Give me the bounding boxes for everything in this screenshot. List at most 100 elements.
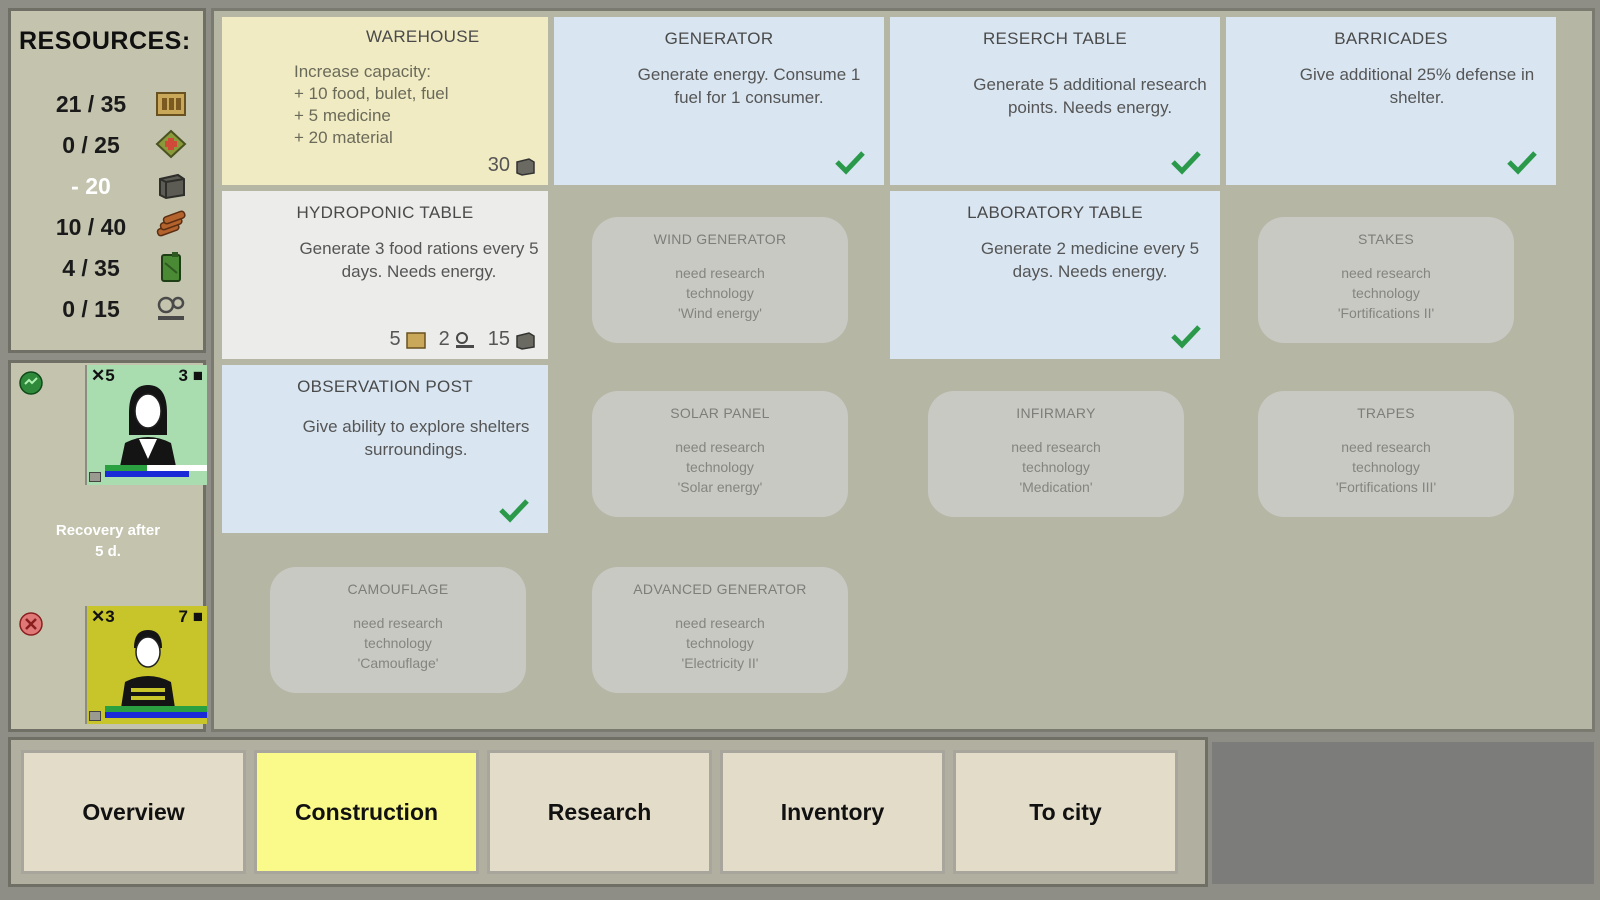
building-camouflage[interactable]: CAMOUFLAGE need research technology 'Cam…: [270, 567, 526, 693]
survivor-1-status-cell: [13, 365, 83, 485]
resources-title: RESOURCES:: [19, 27, 191, 55]
solar-req-line-2: technology: [686, 459, 754, 475]
resource-material: - 20: [11, 165, 209, 205]
solar-title: SOLAR PANEL: [670, 405, 770, 421]
nav-research-button[interactable]: Research: [487, 750, 712, 874]
female-survivor-icon: [119, 385, 177, 471]
warehouse-cost-material: 30: [487, 154, 510, 176]
building-wind-generator[interactable]: WIND GENERATOR need research technology …: [592, 217, 848, 343]
healthy-status-icon: [19, 371, 43, 395]
adv-generator-req-line-2: technology: [686, 635, 754, 651]
resources-panel: RESOURCES: 21 / 35 0 / 25 - 20 10 / 40 4…: [8, 8, 206, 353]
traps-requirement: need research technology 'Fortifications…: [1258, 437, 1514, 497]
building-generator[interactable]: GENERATOR Generate energy. Consume 1 fue…: [554, 17, 884, 185]
survivor-1-health-bar: [105, 471, 189, 477]
survivor-2-gear-icon: [89, 711, 101, 721]
built-check-icon: [1171, 151, 1201, 175]
medicine-icon: [155, 129, 187, 159]
infirmary-req-line-3: 'Medication': [1019, 479, 1093, 495]
stakes-title: STAKES: [1357, 231, 1414, 247]
wind-req-line-3: 'Wind energy': [678, 305, 762, 321]
barricades-title: BARRICADES: [1334, 29, 1448, 48]
built-check-icon: [499, 499, 529, 523]
resource-medicine-value: 0 / 25: [62, 132, 120, 158]
stakes-requirement: need research technology 'Fortifications…: [1258, 263, 1514, 323]
wind-req-line-1: need research: [675, 265, 765, 281]
resource-fuel-value: 4 / 35: [62, 255, 120, 281]
camouflage-req-line-1: need research: [353, 615, 443, 631]
warehouse-desc-line-1: Increase capacity:: [294, 62, 432, 81]
adv-generator-title: ADVANCED GENERATOR: [633, 581, 807, 597]
resource-bullet-value: 10 / 40: [55, 214, 127, 240]
warehouse-desc-line-3: + 5 medicine: [294, 106, 391, 125]
solar-req-line-1: need research: [675, 439, 765, 455]
research-table-desc: Generate 5 additional research points. N…: [973, 75, 1207, 117]
building-laboratory-table[interactable]: LABORATORY TABLE Generate 2 medicine eve…: [890, 191, 1220, 359]
survivor-2-portrait[interactable]: ✕3 7 ■: [85, 606, 207, 724]
solar-req-line-3: 'Solar energy': [677, 479, 763, 495]
laboratory-title: LABORATORY TABLE: [967, 203, 1143, 222]
traps-req-line-1: need research: [1341, 439, 1431, 455]
stakes-req-line-3: 'Fortifications II': [1337, 305, 1435, 321]
survivor-1-portrait[interactable]: ✕5 3 ■: [85, 365, 207, 485]
warehouse-title: WAREHOUSE: [366, 27, 480, 46]
warehouse-cost: 30: [488, 154, 536, 177]
food-icon: [156, 92, 186, 116]
research-table-title: RESERCH TABLE: [982, 29, 1128, 48]
research-icon: [455, 331, 474, 348]
building-observation-post[interactable]: OBSERVATION POST Give ability to explore…: [222, 365, 548, 533]
resource-bullet: 10 / 40: [11, 206, 209, 246]
adv-generator-requirement: need research technology 'Electricity II…: [592, 613, 848, 673]
nav-inventory-button[interactable]: Inventory: [720, 750, 945, 874]
built-check-icon: [1507, 151, 1537, 175]
survivor-2-health-bar: [105, 712, 207, 718]
camouflage-requirement: need research technology 'Camouflage': [270, 613, 526, 673]
survivors-panel: ✕5 3 ■ Recovery after 5 d. ✕3 7 ■: [8, 360, 207, 732]
building-solar-panel[interactable]: SOLAR PANEL need research technology 'So…: [592, 391, 848, 517]
infirmary-requirement: need research technology 'Medication': [928, 437, 1184, 497]
warehouse-desc-line-2: + 10 food, bulet, fuel: [294, 84, 449, 103]
research-icon: [157, 296, 185, 320]
survivor-2-count: ✕3: [91, 607, 115, 626]
hydroponic-cost-food: 5: [389, 328, 401, 350]
building-traps[interactable]: TRAPES need research technology 'Fortifi…: [1258, 391, 1514, 517]
resource-material-value: - 20: [71, 173, 111, 199]
building-research-table[interactable]: RESERCH TABLE Generate 5 additional rese…: [890, 17, 1220, 185]
nav-overview-button[interactable]: Overview: [21, 750, 246, 874]
recovery-line-1: Recovery after: [55, 522, 161, 539]
solar-requirement: need research technology 'Solar energy': [592, 437, 848, 497]
building-advanced-generator[interactable]: ADVANCED GENERATOR need research technol…: [592, 567, 848, 693]
survivor-2-armor-value: 7: [178, 607, 188, 626]
bottom-navigation: Overview Construction Research Inventory…: [8, 737, 1208, 887]
resource-research: 0 / 15: [11, 288, 209, 328]
stakes-req-line-1: need research: [1341, 265, 1431, 281]
building-barricades[interactable]: BARRICADES Give additional 25% defense i…: [1226, 17, 1556, 185]
built-check-icon: [1171, 325, 1201, 349]
nav-to-city-button[interactable]: To city: [953, 750, 1178, 874]
warehouse-desc-line-4: + 20 material: [294, 128, 393, 147]
built-check-icon: [835, 151, 865, 175]
building-hydroponic-table[interactable]: HYDROPONIC TABLE Generate 3 food rations…: [222, 191, 548, 359]
material-icon: [159, 173, 185, 200]
hydroponic-desc: Generate 3 food rations every 5 days. Ne…: [299, 239, 539, 281]
survivor-1-gear-icon: [89, 472, 101, 482]
recovery-info: Recovery after 5 d.: [13, 488, 203, 603]
injured-status-icon: [19, 612, 43, 636]
generator-title: GENERATOR: [664, 29, 774, 48]
wind-title: WIND GENERATOR: [653, 231, 787, 247]
observation-title: OBSERVATION POST: [297, 377, 473, 396]
building-infirmary[interactable]: INFIRMARY need research technology 'Medi…: [928, 391, 1184, 517]
hydroponic-cost: 5 2 15: [390, 328, 537, 351]
nav-construction-button[interactable]: Construction: [254, 750, 479, 874]
camouflage-req-line-3: 'Camouflage': [357, 655, 439, 671]
traps-req-line-2: technology: [1352, 459, 1420, 475]
infirmary-req-line-2: technology: [1022, 459, 1090, 475]
building-warehouse[interactable]: WAREHOUSE Increase capacity: + 10 food, …: [222, 17, 548, 185]
survivor-2-energy-bar: [105, 706, 207, 712]
hydroponic-cost-material: 15: [487, 328, 510, 350]
resource-fuel: 4 / 35: [11, 247, 209, 287]
infirmary-req-line-1: need research: [1011, 439, 1101, 455]
hydroponic-title: HYDROPONIC TABLE: [296, 203, 474, 222]
building-stakes[interactable]: STAKES need research technology 'Fortifi…: [1258, 217, 1514, 343]
material-icon: [516, 331, 535, 350]
